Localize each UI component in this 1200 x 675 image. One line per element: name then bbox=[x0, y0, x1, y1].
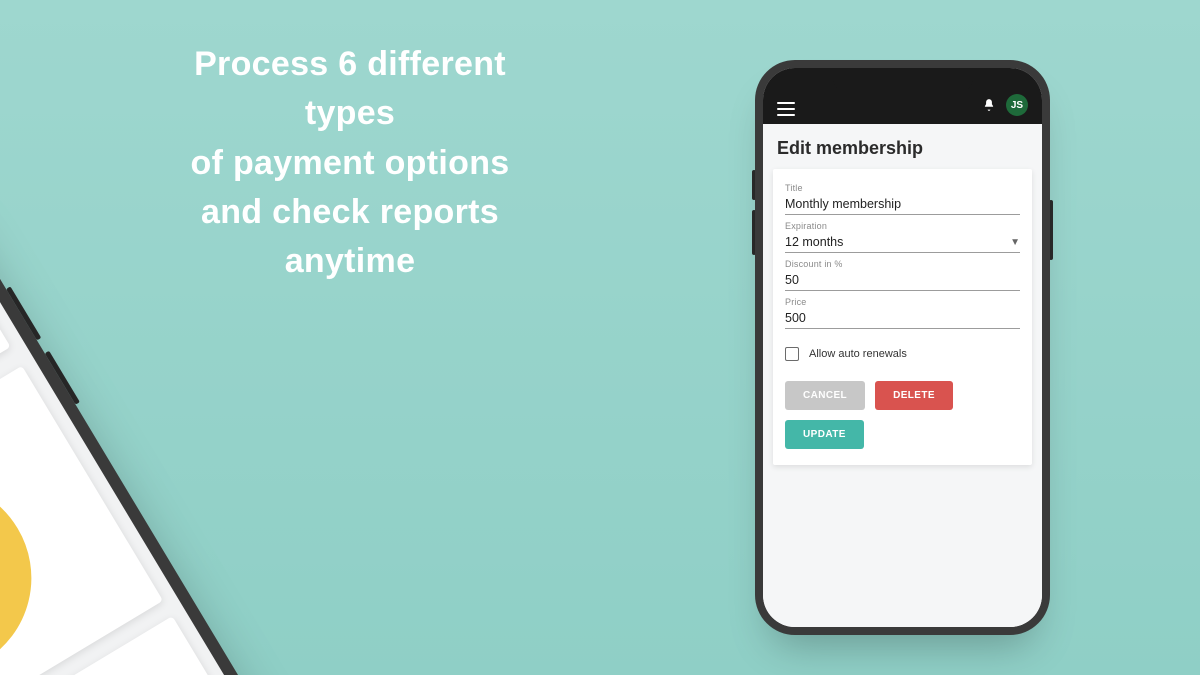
delete-button[interactable]: DELETE bbox=[875, 381, 953, 410]
marketing-headline: Process 6 different types of payment opt… bbox=[110, 40, 590, 286]
field-label: Expiration bbox=[785, 221, 1020, 231]
page-title: Edit membership bbox=[773, 136, 1032, 169]
discount-input[interactable]: 50 bbox=[785, 269, 1020, 291]
field-discount: Discount in % 50 bbox=[785, 259, 1020, 291]
donut-chart bbox=[0, 420, 93, 675]
field-expiration: Expiration 12 months ▼ bbox=[785, 221, 1020, 253]
field-label: Price bbox=[785, 297, 1020, 307]
field-value-text: 50 bbox=[785, 273, 799, 287]
donut-chart-card bbox=[0, 366, 163, 675]
auto-renewals-row: Allow auto renewals bbox=[785, 335, 1020, 367]
edit-membership-card: Title Monthly membership Expiration 12 m… bbox=[773, 169, 1032, 465]
update-button[interactable]: UPDATE bbox=[785, 420, 864, 449]
donut-segment-yellow bbox=[0, 471, 42, 675]
headline-line: types bbox=[110, 89, 590, 138]
field-label: Title bbox=[785, 183, 1020, 193]
field-value-text: Monthly membership bbox=[785, 197, 901, 211]
chevron-down-icon: ▼ bbox=[1010, 237, 1020, 248]
avatar-initials: JS bbox=[1011, 100, 1023, 111]
auto-renewals-checkbox[interactable] bbox=[785, 347, 799, 361]
notifications-icon[interactable] bbox=[982, 98, 996, 112]
field-price: Price 500 bbox=[785, 297, 1020, 329]
phone-frame: JS Edit membership Title Monthly members… bbox=[755, 60, 1050, 635]
headline-line: and check reports bbox=[110, 188, 590, 237]
expiration-select[interactable]: 12 months ▼ bbox=[785, 231, 1020, 253]
screen-body: TRAINERS ‹ › bbox=[0, 239, 335, 675]
field-value-text: 500 bbox=[785, 311, 806, 325]
headline-line: Process 6 different bbox=[110, 40, 590, 89]
button-row: CANCEL DELETE bbox=[785, 381, 1020, 410]
title-input[interactable]: Monthly membership bbox=[785, 193, 1020, 215]
cancel-button[interactable]: CANCEL bbox=[785, 381, 865, 410]
price-input[interactable]: 500 bbox=[785, 307, 1020, 329]
phone-screen: JS Edit membership Title Monthly members… bbox=[763, 68, 1042, 627]
phone-right: JS Edit membership Title Monthly members… bbox=[755, 60, 1050, 635]
avatar[interactable]: JS bbox=[1006, 94, 1028, 116]
button-row-2: UPDATE bbox=[785, 420, 1020, 449]
phone-notch bbox=[833, 68, 973, 92]
headline-line: of payment options bbox=[110, 139, 590, 188]
topbar-right: JS bbox=[982, 94, 1028, 116]
field-value-text: 12 months bbox=[785, 235, 843, 249]
headline-line: anytime bbox=[110, 237, 590, 286]
menu-icon[interactable] bbox=[777, 102, 795, 116]
screen-body: Edit membership Title Monthly membership… bbox=[763, 124, 1042, 627]
field-title: Title Monthly membership bbox=[785, 183, 1020, 215]
auto-renewals-label: Allow auto renewals bbox=[809, 348, 907, 360]
field-label: Discount in % bbox=[785, 259, 1020, 269]
